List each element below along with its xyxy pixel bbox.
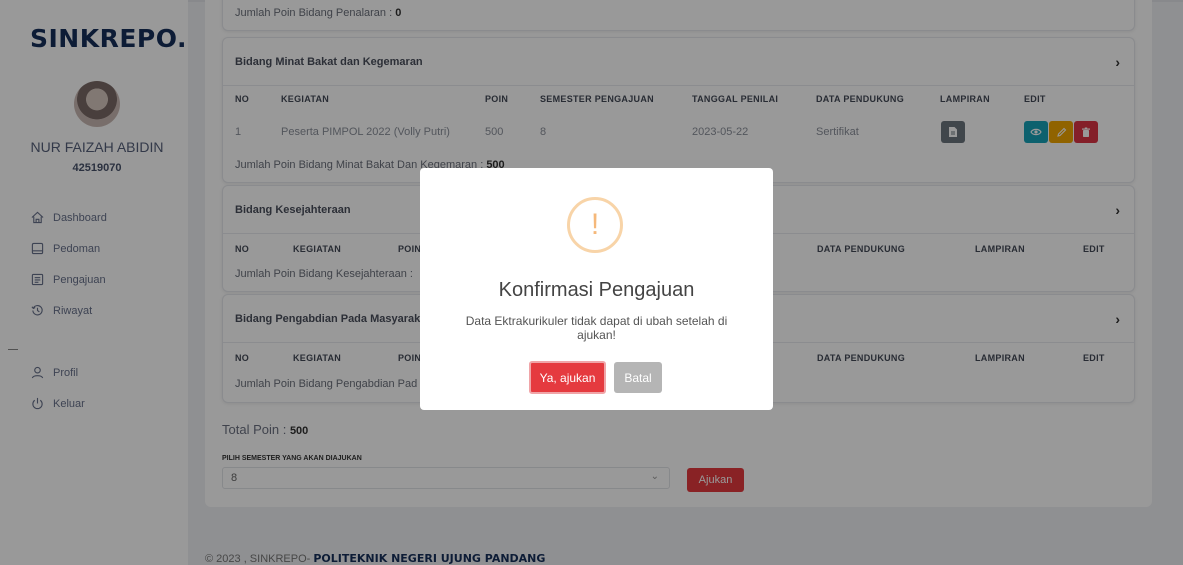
cancel-button[interactable]: Batal xyxy=(614,362,662,393)
warning-icon: ! xyxy=(567,197,623,253)
modal-title: Konfirmasi Pengajuan xyxy=(498,279,695,301)
confirm-modal: ! Konfirmasi Pengajuan Data Ektrakurikul… xyxy=(420,168,773,410)
confirm-button[interactable]: Ya, ajukan xyxy=(529,361,606,394)
modal-message: Data Ektrakurikuler tidak dapat di ubah … xyxy=(465,314,728,342)
